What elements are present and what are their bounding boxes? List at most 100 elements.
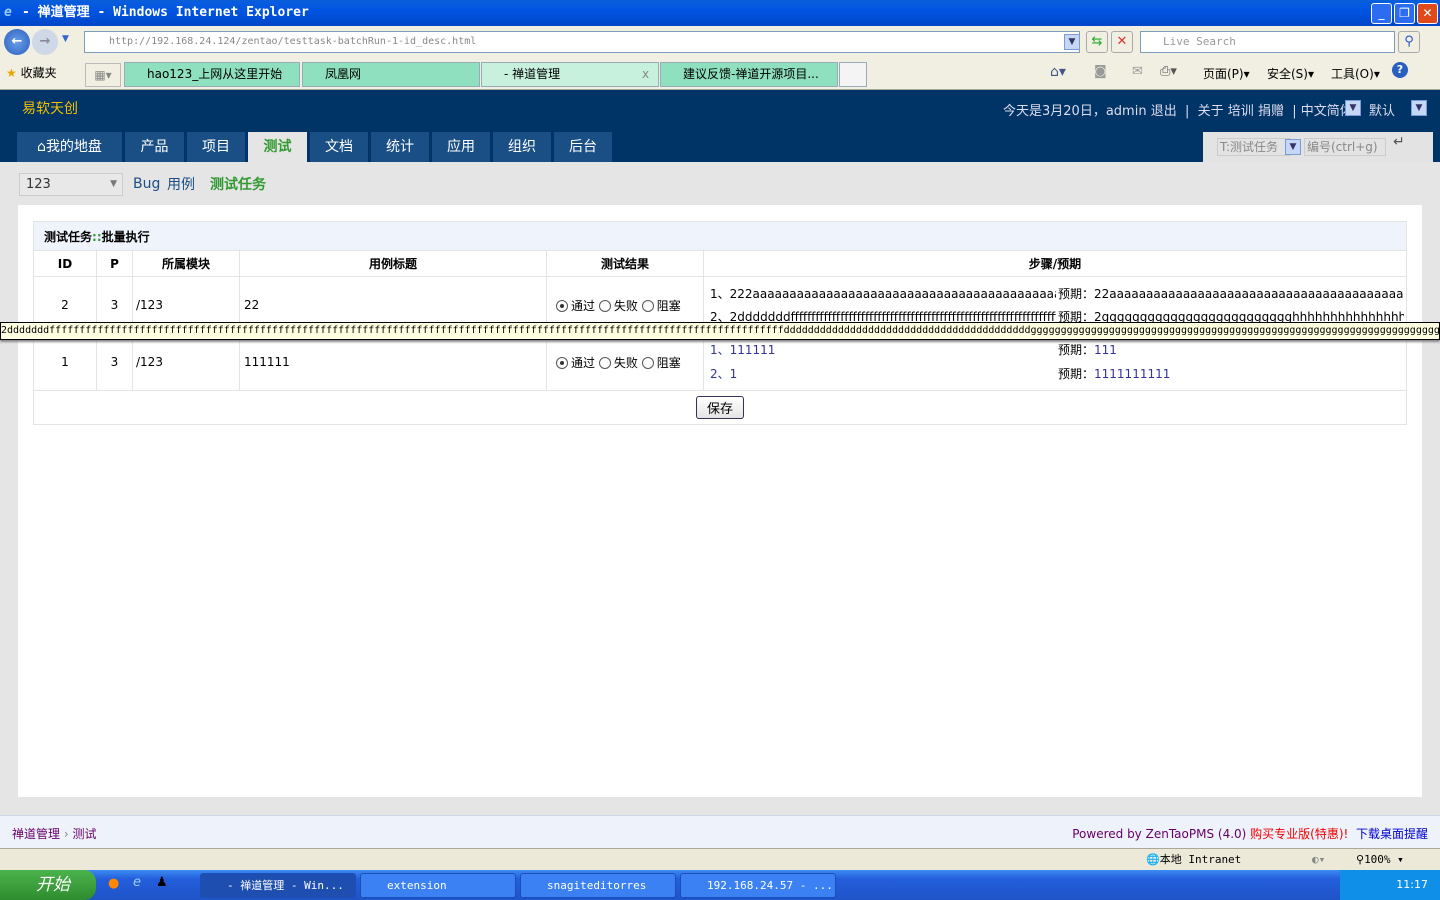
browser-tab[interactable]: hao123_上网从这里开始 (124, 62, 300, 87)
col-steps: 步骤/预期 (703, 250, 1407, 277)
forward-button[interactable]: → (32, 29, 58, 55)
qq-icon[interactable]: ♟ (156, 875, 168, 890)
favorites-button[interactable]: ★ 收藏夹 (6, 64, 57, 81)
nav-app[interactable]: 应用 (432, 132, 490, 162)
address-input[interactable]: http://192.168.24.124/zentao/testtask-ba… (84, 31, 1080, 53)
buy-pro-link[interactable]: 购买专业版(特惠)! (1250, 827, 1348, 841)
tools-menu[interactable]: 工具(O)▾ (1331, 65, 1380, 82)
result-radios: 通过 失败 阻塞 (546, 333, 704, 391)
minimize-button[interactable]: _ (1371, 3, 1392, 24)
id-search-input[interactable]: 编号(ctrl+g) (1304, 138, 1386, 156)
about-link[interactable]: 关于 (1198, 104, 1224, 119)
close-button[interactable]: ✕ (1417, 3, 1438, 24)
subnav-testtask[interactable]: 测试任务 (210, 174, 266, 194)
stop-button[interactable]: ✕ (1111, 31, 1133, 53)
quick-tabs-button[interactable]: ▦▾ (85, 63, 121, 87)
col-title: 用例标题 (239, 250, 547, 277)
clock: 11:17 (1396, 878, 1428, 891)
window-title: - 禅道管理 - Windows Internet Explorer (22, 5, 309, 20)
search-type-dropdown[interactable]: ▼ (1285, 139, 1301, 155)
subnav-bug[interactable]: Bug (133, 176, 160, 192)
save-row: 保存 (33, 390, 1407, 425)
download-link[interactable]: 下载桌面提醒 (1356, 827, 1428, 841)
taskbar-item[interactable]: 192.168.24.57 - ... (680, 873, 836, 898)
training-link[interactable]: 培训 (1228, 104, 1254, 119)
search-button[interactable]: ⚲ (1398, 31, 1420, 53)
live-search-input[interactable]: Live Search (1140, 31, 1395, 53)
footer: 禅道管理 › 测试 Powered by ZenTaoPMS (4.0) 购买专… (0, 815, 1440, 848)
save-button[interactable]: 保存 (695, 396, 744, 419)
browser-tab-active[interactable]: - 禅道管理 x (481, 62, 659, 87)
nav-project[interactable]: 项目 (187, 132, 245, 162)
mail-icon[interactable]: ✉ (1132, 64, 1143, 79)
ie-icon[interactable]: e (133, 875, 141, 890)
zoom-level[interactable]: ⚲100% ▾ (1356, 849, 1404, 871)
help-icon[interactable]: ? (1392, 62, 1408, 78)
nav-admin[interactable]: 后台 (554, 132, 612, 162)
feeds-icon[interactable]: ◙ (1094, 64, 1107, 79)
radio-pass[interactable] (556, 299, 568, 312)
nav-doc[interactable]: 文档 (310, 132, 368, 162)
case-module: /123 (132, 333, 240, 391)
search-type-select[interactable]: T:测试任务 (1217, 138, 1291, 156)
table-row: 1 3 /123 111111 通过 失败 阻塞 1、111111 预期：111… (33, 333, 1407, 391)
breadcrumb-home[interactable]: 禅道管理 (12, 827, 60, 841)
logout-link[interactable]: 退出 (1151, 104, 1177, 119)
case-title: 111111 (239, 333, 547, 391)
home-icon[interactable]: ⌂▾ (1050, 64, 1066, 80)
tab-label: 建议反馈-禅道开源项目... (683, 67, 819, 81)
nav-product[interactable]: 产品 (125, 132, 184, 162)
start-button[interactable]: 开始 (0, 870, 96, 900)
breadcrumb: 禅道管理 › 测试 (12, 827, 97, 841)
breadcrumb-test[interactable]: 测试 (72, 827, 96, 841)
refresh-button[interactable]: ⇆ (1086, 31, 1108, 53)
enter-icon[interactable]: ↵ (1393, 134, 1405, 150)
taskbar-item[interactable]: - 禅道管理 - Win... (200, 873, 356, 898)
powered-by: Powered by ZenTaoPMS (4.0) 购买专业版(特惠)! 下载… (1072, 827, 1428, 841)
nav-report[interactable]: 统计 (371, 132, 429, 162)
browser-tab[interactable]: 凤凰网 (302, 62, 480, 87)
col-result: 测试结果 (546, 250, 704, 277)
nav-my[interactable]: ⌂我的地盘 (17, 132, 122, 162)
close-tab-icon[interactable]: x (642, 63, 649, 86)
taskbar-item[interactable]: extension (360, 873, 516, 898)
home-icon: ⌂ (37, 139, 46, 155)
address-dropdown[interactable]: ▼ (1064, 34, 1080, 50)
print-icon[interactable]: ⎙▾ (1160, 64, 1177, 79)
history-dropdown-icon[interactable]: ▼ (62, 34, 69, 44)
nav-test[interactable]: 测试 (248, 132, 307, 162)
protected-mode-icon[interactable]: ◐▾ (1312, 849, 1325, 871)
radio-blocked[interactable] (641, 299, 654, 312)
language-dropdown[interactable]: ▼ (1345, 100, 1361, 116)
system-tray: 11:17 (1340, 870, 1440, 900)
radio-fail[interactable] (598, 356, 611, 369)
new-tab-button[interactable] (839, 62, 867, 87)
expect-text: 111 (1094, 343, 1117, 357)
radio-pass[interactable] (556, 356, 568, 369)
product-select[interactable]: 123 ▼ (19, 173, 123, 196)
taskbar-item[interactable]: snagiteditorres (520, 873, 676, 898)
star-icon: ★ (6, 66, 17, 80)
maximize-button[interactable]: ❐ (1394, 3, 1415, 24)
safety-menu[interactable]: 安全(S)▾ (1267, 65, 1314, 82)
subnav-case[interactable]: 用例 (167, 174, 195, 194)
donate-link[interactable]: 捐赠 (1258, 104, 1284, 119)
zentao-link[interactable]: ZenTaoPMS (1146, 827, 1214, 841)
address-toolbar: ← → ▼ http://192.168.24.124/zentao/testt… (0, 26, 1440, 58)
radio-blocked[interactable] (641, 356, 654, 369)
radio-fail[interactable] (598, 299, 611, 312)
theme-dropdown[interactable]: ▼ (1411, 100, 1427, 116)
nav-company[interactable]: 组织 (493, 132, 551, 162)
favorites-label: 收藏夹 (20, 66, 57, 80)
expect-text: 1111111111 (1094, 367, 1171, 381)
firefox-icon[interactable]: ● (108, 876, 119, 891)
page-menu[interactable]: 页面(P)▾ (1203, 65, 1250, 82)
tab-label: - 禅道管理 (504, 67, 561, 81)
back-button[interactable]: ← (4, 29, 30, 55)
browser-tab[interactable]: 建议反馈-禅道开源项目... (660, 62, 838, 87)
quick-search: T:测试任务 ▼ 编号(ctrl+g) ↵ (1203, 132, 1433, 162)
status-bar: 🌐本地 Intranet ◐▾ ⚲100% ▾ (0, 848, 1440, 870)
theme-select[interactable]: 默认 (1369, 100, 1395, 119)
steps-cell: 1、111111 预期：111 2、1 预期：1111111111 (703, 333, 1407, 391)
username: admin (1105, 104, 1147, 119)
